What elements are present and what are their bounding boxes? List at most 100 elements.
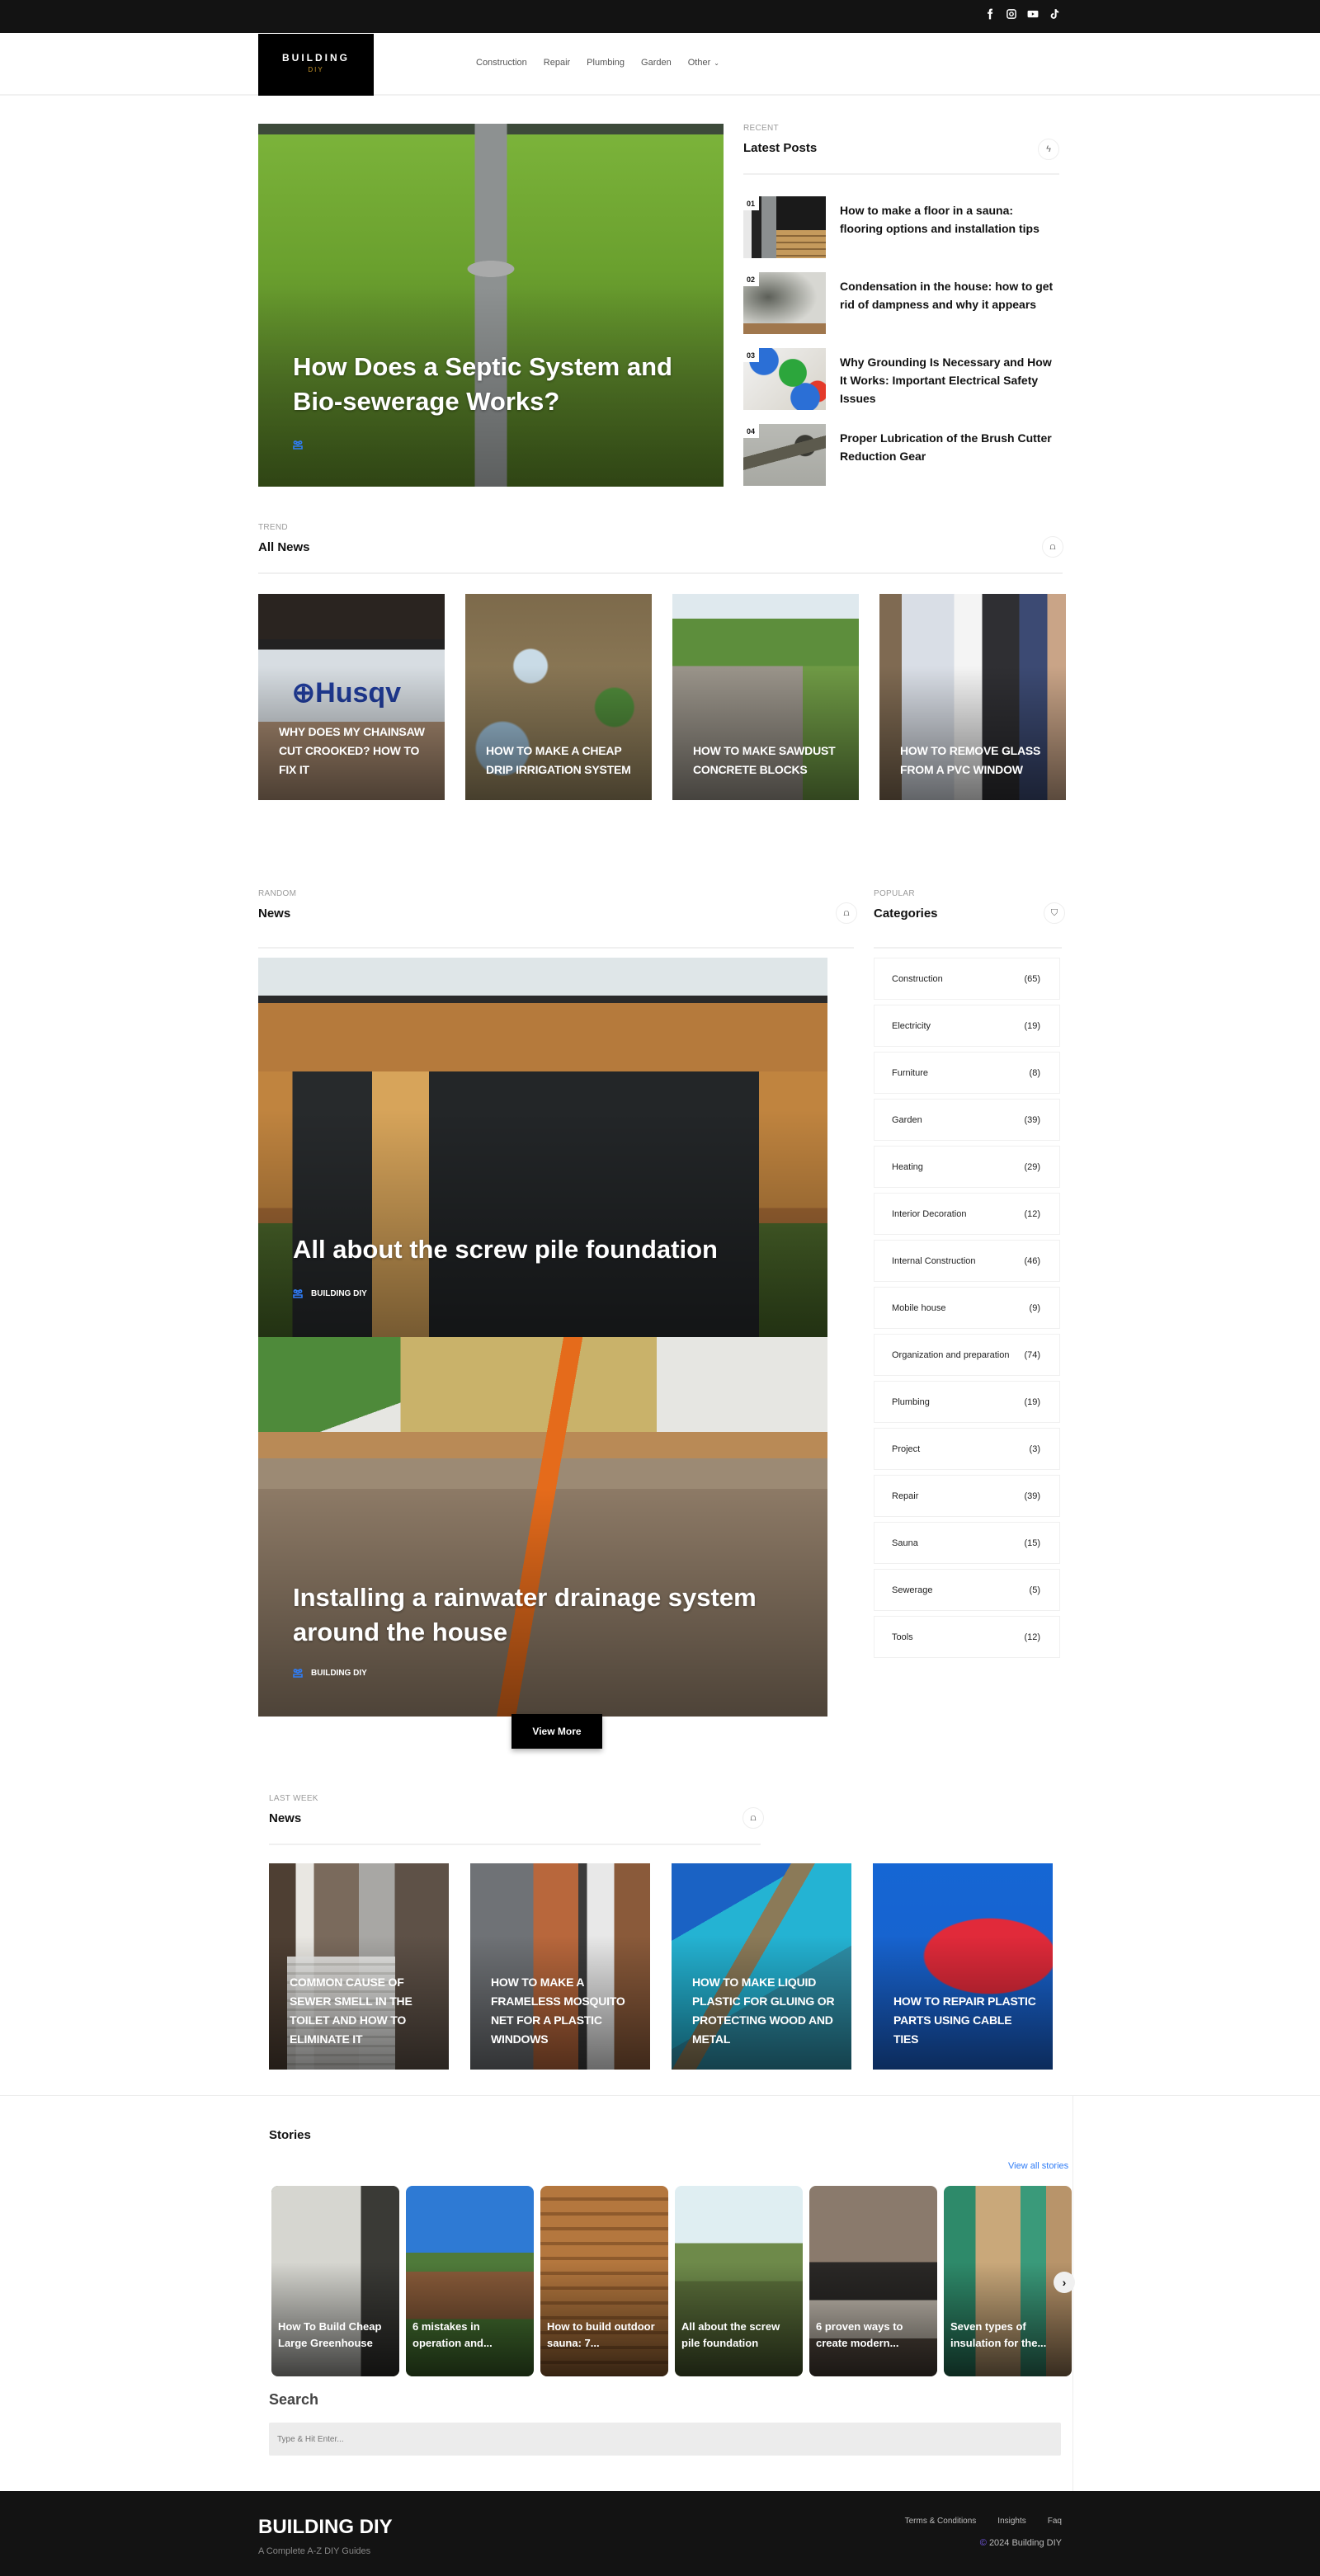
latest-post-item[interactable]: 01 How to make a floor in a sauna: floor… xyxy=(743,196,1059,272)
tiktok-icon[interactable] xyxy=(1048,8,1061,21)
random-title: News xyxy=(258,907,291,921)
trend-card[interactable]: How to make a cheap drip irrigation syst… xyxy=(465,594,652,800)
lastweek-card[interactable]: How to make liquid plastic for gluing or… xyxy=(672,1863,851,2070)
category-item[interactable]: Electricity (19) xyxy=(874,1005,1060,1047)
trend-card[interactable]: ⊕Husqv Why does my chainsaw cut crooked?… xyxy=(258,594,445,800)
category-count: (15) xyxy=(1024,1538,1040,1548)
card-title: How to make liquid plastic for gluing or… xyxy=(692,1976,835,2046)
story-card[interactable]: How To Build Cheap Large Greenhouse xyxy=(271,2186,399,2376)
footer-link-faq[interactable]: Faq xyxy=(1048,2517,1062,2526)
category-item[interactable]: Sauna (15) xyxy=(874,1522,1060,1564)
footer-brand[interactable]: BUILDING DIY xyxy=(258,2516,393,2539)
footer-link-terms[interactable]: Terms & Conditions xyxy=(905,2517,977,2526)
archive-icon[interactable]: ⩍ xyxy=(742,1807,764,1829)
flash-icon[interactable]: ϟ xyxy=(1038,139,1059,160)
latest-post-item[interactable]: 03 Why Grounding Is Necessary and How It… xyxy=(743,348,1059,424)
shirt-icon[interactable]: ⛉ xyxy=(1044,902,1065,924)
category-item[interactable]: Project (3) xyxy=(874,1428,1060,1470)
author-name[interactable]: BUILDING DIY xyxy=(311,1669,367,1678)
category-count: (12) xyxy=(1024,1632,1040,1642)
view-all-stories-link[interactable]: View all stories xyxy=(1008,2161,1068,2171)
divider xyxy=(258,947,854,949)
card-title: How to make a frameless mosquito net for… xyxy=(491,1976,625,2046)
category-item[interactable]: Mobile house (9) xyxy=(874,1287,1060,1329)
latest-posts-widget: RECENT Latest Posts ϟ 01 How to make a f… xyxy=(743,124,1059,486)
footer-link-insights[interactable]: Insights xyxy=(997,2517,1025,2526)
post-thumbnail: 01 xyxy=(743,196,826,258)
category-item[interactable]: Repair (39) xyxy=(874,1475,1060,1517)
categories-section-header: POPULAR Categories ⛉ xyxy=(874,889,1065,949)
category-count: (74) xyxy=(1024,1349,1040,1360)
post-author: BUILDING DIY xyxy=(293,1669,367,1678)
nav-plumbing[interactable]: Plumbing xyxy=(587,58,625,68)
facebook-icon[interactable] xyxy=(983,8,997,21)
social-links xyxy=(983,8,1061,21)
copyright-text: 2024 Building DIY xyxy=(988,2538,1062,2548)
story-card[interactable]: 6 proven ways to create modern... xyxy=(809,2186,937,2376)
latest-post-item[interactable]: 04 Proper Lubrication of the Brush Cutte… xyxy=(743,424,1059,500)
trend-card[interactable]: How to make sawdust concrete blocks xyxy=(672,594,859,800)
popular-title: Categories xyxy=(874,907,938,921)
chevron-down-icon: ⌄ xyxy=(714,59,719,67)
category-name: Sauna xyxy=(892,1538,918,1548)
category-count: (29) xyxy=(1024,1161,1040,1172)
category-name: Mobile house xyxy=(892,1302,946,1313)
story-title: How to build outdoor sauna: 7... xyxy=(547,2320,655,2349)
post-number: 04 xyxy=(743,424,760,438)
category-item[interactable]: Garden (39) xyxy=(874,1099,1060,1141)
story-card[interactable]: 6 mistakes in operation and... xyxy=(406,2186,534,2376)
category-item[interactable]: Internal Construction (46) xyxy=(874,1240,1060,1282)
chevron-right-icon[interactable]: › xyxy=(1054,2272,1075,2293)
category-item[interactable]: Furniture (8) xyxy=(874,1052,1060,1094)
category-item[interactable]: Plumbing (19) xyxy=(874,1381,1060,1423)
category-item[interactable]: Sewerage (5) xyxy=(874,1569,1060,1611)
category-count: (39) xyxy=(1024,1114,1040,1125)
story-card[interactable]: Seven types of insulation for the... xyxy=(944,2186,1072,2376)
category-item[interactable]: Organization and preparation (74) xyxy=(874,1334,1060,1376)
lastweek-card[interactable]: How to repair plastic parts using cable … xyxy=(873,1863,1053,2070)
nav-other-dropdown[interactable]: Other ⌄ xyxy=(688,58,719,68)
hero-post[interactable]: How Does a Septic System and Bio-sewerag… xyxy=(258,124,724,487)
author-icon xyxy=(293,1669,303,1678)
trend-cards: ⊕Husqv Why does my chainsaw cut crooked?… xyxy=(258,594,1066,800)
trend-title: All News xyxy=(258,540,310,554)
post-number: 02 xyxy=(743,272,760,286)
search-input[interactable] xyxy=(269,2423,1061,2456)
view-more-button[interactable]: View More xyxy=(512,1714,602,1749)
news-post-large[interactable]: All about the screw pile foundation BUIL… xyxy=(258,958,827,1337)
nav-garden[interactable]: Garden xyxy=(641,58,672,68)
random-section-header: RANDOM News ⩍ xyxy=(258,889,857,949)
post-thumbnail: 04 xyxy=(743,424,826,486)
card-title: Common cause of sewer smell in the toile… xyxy=(290,1976,412,2046)
archive-icon[interactable]: ⩍ xyxy=(836,902,857,924)
story-card[interactable]: All about the screw pile foundation xyxy=(675,2186,803,2376)
lastweek-section-header: LAST WEEK News ⩍ xyxy=(269,1794,764,1845)
card-title: How to repair plastic parts using cable … xyxy=(893,1994,1036,2046)
site-logo[interactable]: BUILDING DIY xyxy=(258,34,374,96)
category-item[interactable]: Tools (12) xyxy=(874,1616,1060,1658)
lastweek-card[interactable]: How to make a frameless mosquito net for… xyxy=(470,1863,650,2070)
lastweek-cards: Common cause of sewer smell in the toile… xyxy=(269,1863,1053,2070)
category-item[interactable]: Heating (29) xyxy=(874,1146,1060,1188)
lastweek-card[interactable]: Common cause of sewer smell in the toile… xyxy=(269,1863,449,2070)
archive-icon[interactable]: ⩍ xyxy=(1042,536,1063,558)
copyright-icon: © xyxy=(979,2538,987,2548)
nav-construction[interactable]: Construction xyxy=(476,58,527,68)
trend-card[interactable]: How to remove glass from a PVC window xyxy=(879,594,1066,800)
category-item[interactable]: Construction (65) xyxy=(874,958,1060,1000)
copyright: © 2024 Building DIY xyxy=(980,2538,1062,2548)
latest-post-item[interactable]: 02 Condensation in the house: how to get… xyxy=(743,272,1059,348)
nav-repair[interactable]: Repair xyxy=(544,58,570,68)
divider xyxy=(874,947,1062,949)
popular-eyebrow: POPULAR xyxy=(874,889,915,898)
category-item[interactable]: Interior Decoration (12) xyxy=(874,1193,1060,1235)
top-bar xyxy=(0,0,1320,33)
card-title: How to make a cheap drip irrigation syst… xyxy=(486,744,631,776)
news-post-large[interactable]: Installing a rainwater drainage system a… xyxy=(258,1337,827,1717)
story-card[interactable]: How to build outdoor sauna: 7... xyxy=(540,2186,668,2376)
instagram-icon[interactable] xyxy=(1005,8,1018,21)
divider xyxy=(269,1844,761,1845)
author-name[interactable]: BUILDING DIY xyxy=(311,1289,367,1298)
youtube-icon[interactable] xyxy=(1026,8,1040,21)
category-count: (9) xyxy=(1029,1302,1040,1313)
